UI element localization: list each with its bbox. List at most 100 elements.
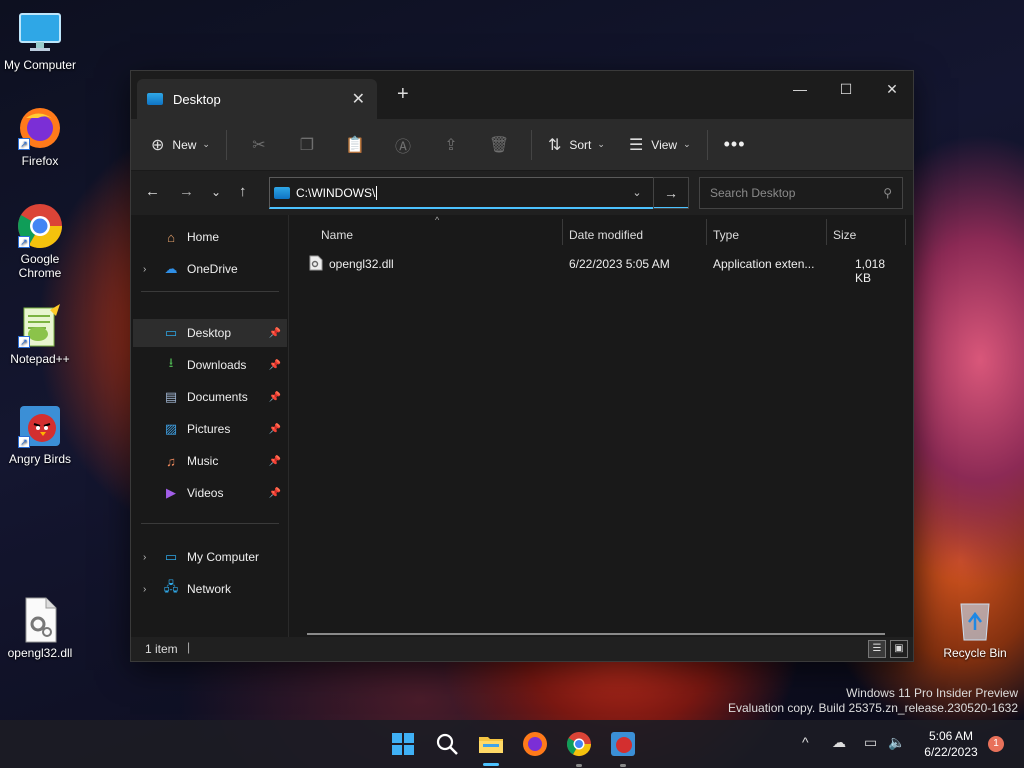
column-header-type[interactable]: Type: [713, 223, 739, 247]
file-name: opengl32.dll: [329, 257, 394, 271]
watermark-line: Evaluation copy. Build 25375.zn_release.…: [728, 701, 1018, 715]
pin-icon[interactable]: 📌: [269, 328, 281, 339]
desktop-icon-opengl32[interactable]: opengl32.dll: [0, 596, 80, 660]
sidebar-item-desktop[interactable]: ▭ Desktop 📌: [133, 319, 287, 347]
address-dropdown-icon[interactable]: ⌄: [621, 177, 653, 209]
text-caret: [376, 185, 378, 200]
sidebar-item-downloads[interactable]: ⭳ Downloads 📌: [133, 351, 287, 379]
onedrive-offline-icon[interactable]: ☁: [832, 734, 846, 751]
network-display-icon[interactable]: ▭: [864, 734, 877, 751]
chrome-icon: ↗: [16, 202, 64, 250]
recent-locations-chevron-icon[interactable]: ⌄: [211, 185, 221, 199]
desktop-icon-my-computer[interactable]: My Computer: [0, 8, 80, 72]
search-input[interactable]: [710, 186, 884, 200]
column-divider[interactable]: [706, 219, 707, 245]
search-box[interactable]: ⚲: [699, 177, 903, 209]
windows-start-icon[interactable]: [389, 730, 417, 758]
column-divider[interactable]: [826, 219, 827, 245]
sidebar-item-videos[interactable]: ▶ Videos 📌: [133, 479, 287, 507]
item-count: 1 item: [145, 642, 178, 656]
firefox-icon[interactable]: [521, 730, 549, 758]
desktop-icon-angry-birds[interactable]: ↗ Angry Birds: [0, 402, 80, 466]
tab-desktop[interactable]: Desktop ✕: [137, 79, 377, 119]
go-arrow-icon[interactable]: →: [653, 177, 689, 209]
chevron-down-icon: ⌄: [683, 139, 691, 149]
cut-icon[interactable]: ✂: [235, 135, 283, 155]
shortcut-arrow-icon: ↗: [18, 336, 30, 348]
desktop-icon-chrome[interactable]: ↗ Google Chrome: [0, 202, 80, 280]
close-tab-icon[interactable]: ✕: [352, 89, 365, 109]
evaluation-watermark: Windows 11 Pro Insider Preview Evaluatio…: [728, 686, 1018, 716]
sidebar-item-network[interactable]: › 🖧 Network: [133, 575, 287, 603]
column-divider[interactable]: [905, 219, 906, 245]
sidebar-item-label: My Computer: [187, 550, 260, 564]
sidebar-item-label: OneDrive: [187, 262, 238, 276]
chevron-right-icon[interactable]: ›: [143, 584, 146, 595]
new-tab-button[interactable]: +: [397, 83, 409, 106]
desktop-icon-recycle-bin[interactable]: Recycle Bin: [935, 596, 1015, 660]
column-header-date-modified[interactable]: Date modified: [569, 223, 643, 247]
maximize-button[interactable]: ☐: [823, 75, 869, 103]
back-arrow-icon[interactable]: ←: [145, 183, 160, 200]
view-button[interactable]: ☰ View ⌄: [621, 129, 699, 161]
chevron-right-icon[interactable]: ›: [143, 552, 146, 563]
table-row[interactable]: opengl32.dll 6/22/2023 5:05 AM Applicati…: [305, 253, 903, 285]
desktop-icon-firefox[interactable]: ↗ Firefox: [0, 104, 80, 168]
up-arrow-icon[interactable]: ↑: [239, 183, 247, 200]
sidebar-item-home[interactable]: ⌂ Home: [133, 223, 287, 251]
volume-icon[interactable]: 🔈: [888, 734, 905, 751]
details-view-icon[interactable]: ☰: [868, 640, 886, 658]
sidebar-item-label: Music: [187, 454, 219, 468]
clock[interactable]: 5:06 AM 6/22/2023: [916, 728, 986, 760]
search-icon[interactable]: [433, 730, 461, 758]
video-icon: ▶: [166, 485, 176, 500]
sidebar-item-my-computer[interactable]: › ▭ My Computer: [133, 543, 287, 571]
delete-icon[interactable]: 🗑: [475, 135, 523, 155]
column-header-size[interactable]: Size: [833, 223, 856, 247]
chrome-icon[interactable]: [565, 730, 593, 758]
pin-icon[interactable]: 📌: [269, 392, 281, 403]
copy-icon[interactable]: ❐: [283, 135, 331, 155]
pin-icon[interactable]: 📌: [269, 424, 281, 435]
explorer-body: ⌂ Home › ☁ OneDrive ▭ Desktop 📌 ⭳ Downlo…: [131, 215, 913, 637]
toolbar-separator: [706, 129, 708, 160]
file-explorer-window: Desktop ✕ + — ☐ ✕ ⊕ New ⌄ ✂ ❐ 📋 Ⓐ ⇪ 🗑 ⇅ …: [130, 70, 914, 662]
notification-badge[interactable]: 1: [988, 736, 1004, 752]
sort-button[interactable]: ⇅ Sort ⌄: [540, 129, 613, 161]
pin-icon[interactable]: 📌: [269, 360, 281, 371]
chevron-right-icon[interactable]: ›: [143, 264, 146, 275]
file-explorer-icon[interactable]: [477, 730, 505, 758]
forward-arrow-icon[interactable]: →: [179, 183, 194, 200]
cloud-icon: ☁: [164, 261, 178, 276]
angry-birds-icon[interactable]: [609, 730, 637, 758]
share-icon[interactable]: ⇪: [427, 135, 475, 155]
clock-time: 5:06 AM: [928, 729, 974, 743]
pin-icon[interactable]: 📌: [269, 456, 281, 467]
sidebar-item-documents[interactable]: ▤ Documents 📌: [133, 383, 287, 411]
sidebar-item-music[interactable]: ♫ Music 📌: [133, 447, 287, 475]
picture-icon: ▨: [164, 421, 178, 436]
new-button[interactable]: ⊕ New ⌄: [143, 129, 218, 161]
sidebar-item-pictures[interactable]: ▨ Pictures 📌: [133, 415, 287, 443]
rename-icon[interactable]: Ⓐ: [379, 133, 427, 157]
desktop-icon-notepadpp[interactable]: ↗ Notepad++: [0, 302, 80, 366]
paste-icon[interactable]: 📋: [331, 135, 379, 155]
active-app-indicator: [483, 763, 499, 766]
clock-date: 6/22/2023: [924, 745, 978, 759]
show-hidden-icons-chevron-icon[interactable]: ^: [802, 734, 809, 750]
chevron-down-icon: ⌄: [597, 139, 605, 149]
close-window-button[interactable]: ✕: [869, 75, 915, 103]
more-options-icon[interactable]: •••: [716, 129, 754, 161]
pin-icon[interactable]: 📌: [269, 488, 281, 499]
minimize-button[interactable]: —: [777, 75, 823, 103]
sort-ascending-icon: ^: [435, 215, 440, 225]
search-icon: ⚲: [883, 186, 892, 200]
recycle-bin-icon: [951, 596, 999, 644]
horizontal-scrollbar[interactable]: [307, 633, 885, 635]
column-header-name[interactable]: Name: [321, 223, 353, 247]
sidebar-item-onedrive[interactable]: › ☁ OneDrive: [133, 255, 287, 283]
tiles-view-icon[interactable]: ▣: [890, 640, 908, 658]
address-bar-row: ← → ⌄ ↑ C:\WINDOWS\ ⌄ → ⚲: [131, 171, 913, 215]
column-divider[interactable]: [562, 219, 563, 245]
shortcut-arrow-icon: ↗: [18, 436, 30, 448]
